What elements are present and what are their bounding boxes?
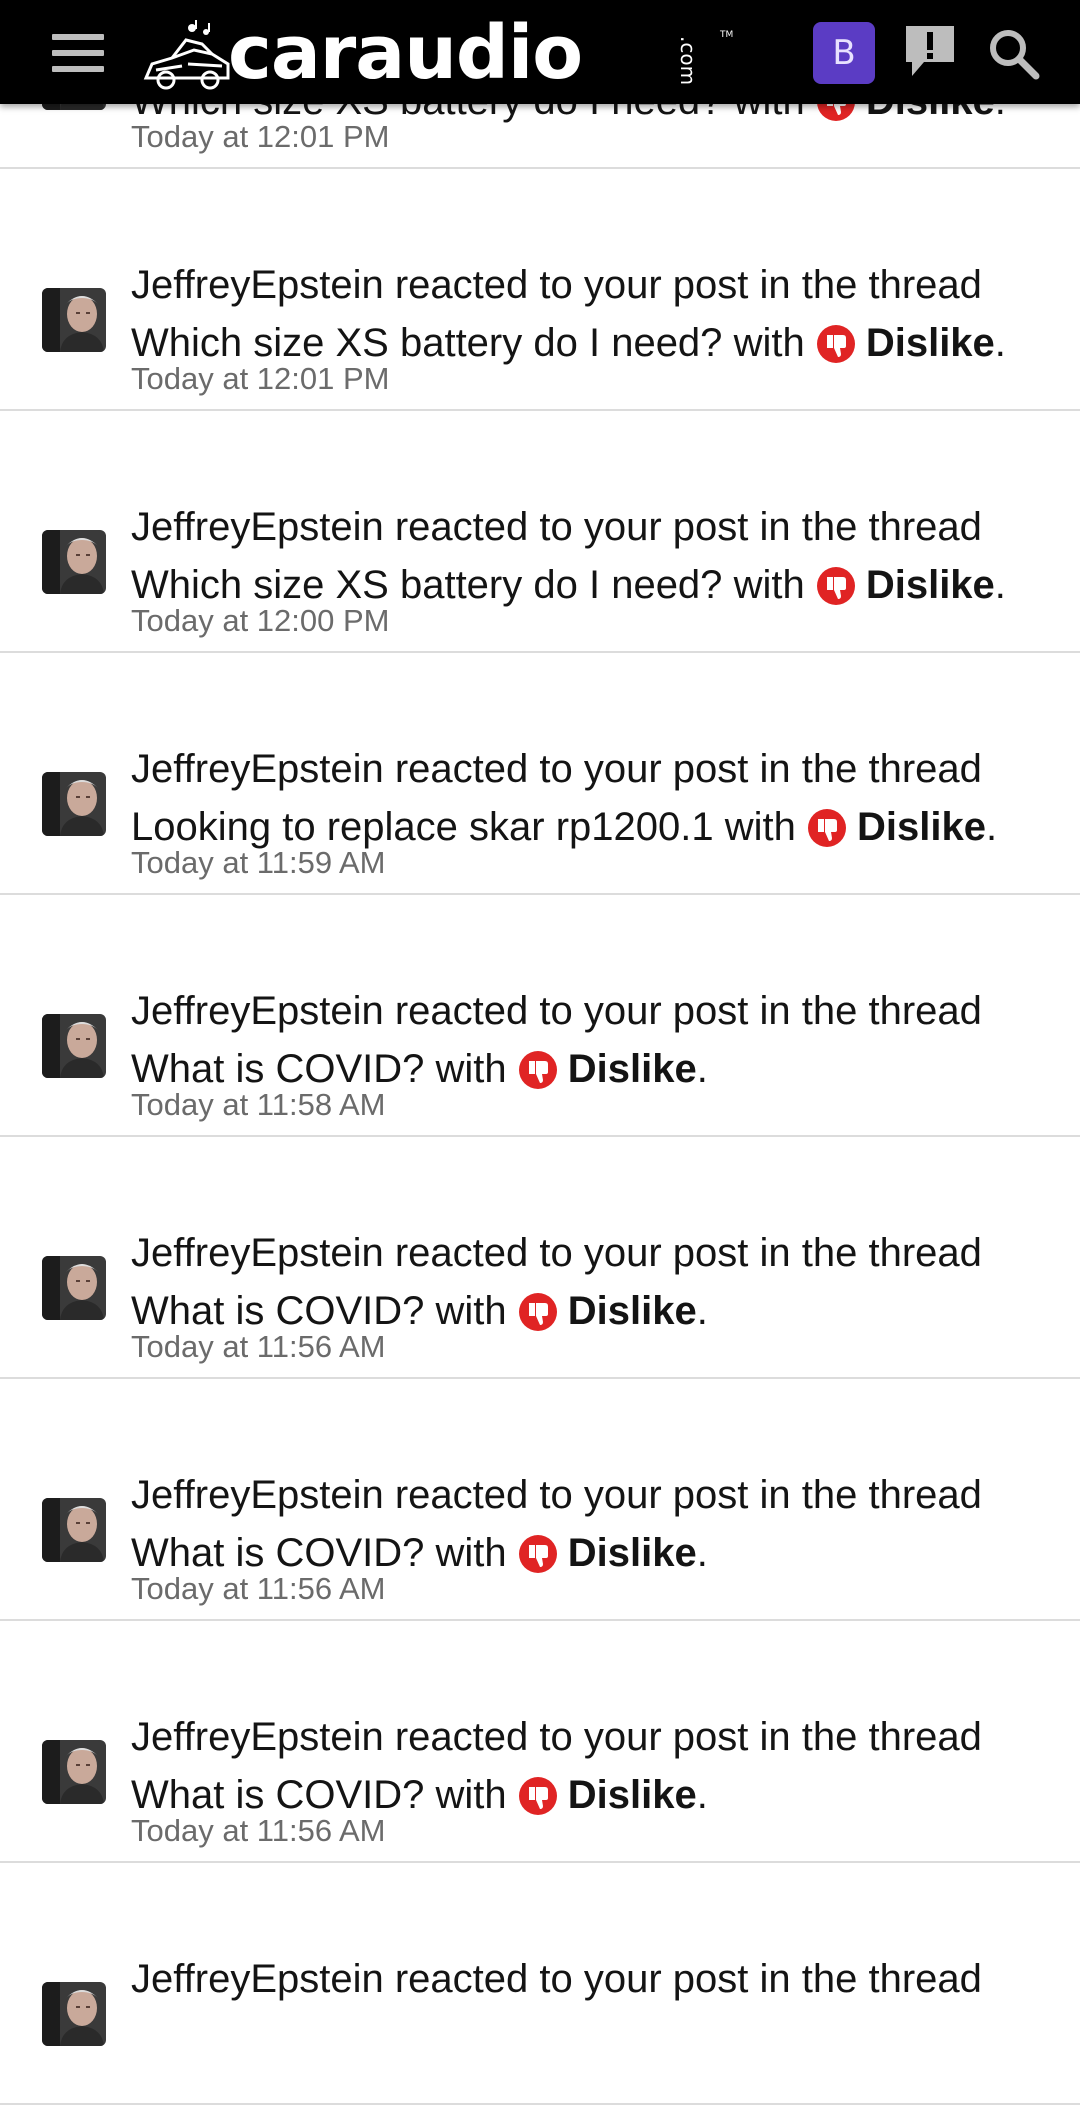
alert-message: JeffreyEpstein reacted to your post in t… <box>131 1473 982 1575</box>
alert-message: JeffreyEpstein reacted to your post in t… <box>131 989 982 1091</box>
alert-list-item[interactable]: JeffreyEpstein reacted to your post in t… <box>0 411 1080 653</box>
alert-list-item[interactable]: JeffreyEpstein reacted to your post in t… <box>0 895 1080 1137</box>
alert-username[interactable]: JeffreyEpstein <box>131 1473 384 1517</box>
alerts-page: caraudio TM .com B Today at 12:01 PM Jef… <box>0 0 1080 2119</box>
user-avatar[interactable] <box>42 1740 106 1804</box>
alert-list-item[interactable]: JeffreyEpstein reacted to your post in t… <box>0 653 1080 895</box>
alert-list-item[interactable]: JeffreyEpstein reacted to your post in t… <box>0 1379 1080 1621</box>
alert-with-text: with <box>435 1289 507 1333</box>
alert-with-text: with <box>733 563 805 607</box>
alert-with-text: with <box>435 1047 507 1091</box>
user-avatar[interactable] <box>42 288 106 352</box>
alert-timestamp: Today at 11:56 AM <box>131 1329 386 1364</box>
alert-with-text: with <box>435 1531 507 1575</box>
reaction-name: Dislike <box>567 1773 697 1817</box>
alert-action-text: reacted to your post in the thread <box>394 1231 982 1275</box>
reaction-name: Dislike <box>865 321 995 365</box>
user-avatar[interactable] <box>42 1982 106 2046</box>
reaction-name: Dislike <box>567 1531 697 1575</box>
alert-timestamp: Today at 12:01 PM <box>131 361 390 396</box>
alert-action-text: reacted to your post in the thread <box>394 747 982 791</box>
reaction-name: Dislike <box>567 1047 697 1091</box>
reaction-name: Dislike <box>857 805 986 849</box>
alert-with-text: with <box>733 321 805 365</box>
alert-list-item[interactable]: JeffreyEpstein reacted to your post in t… <box>0 1863 1080 2105</box>
alert-timestamp: Today at 12:00 PM <box>131 603 390 638</box>
alert-list-item[interactable]: JeffreyEpstein reacted to your post in t… <box>0 1137 1080 1379</box>
user-avatar[interactable] <box>42 1256 106 1320</box>
alert-message: JeffreyEpstein reacted to your post in t… <box>131 263 1006 365</box>
reaction-name: Dislike <box>567 1289 697 1333</box>
alert-message: JeffreyEpstein reacted to your post in t… <box>131 1231 982 1333</box>
alert-message: JeffreyEpstein reacted to your post in t… <box>131 747 998 849</box>
thumbs-down-icon <box>518 1777 557 1815</box>
thumbs-down-icon <box>816 567 855 605</box>
hamburger-menu-icon[interactable] <box>52 34 104 74</box>
car-logo-icon <box>143 20 230 90</box>
logo-trademark: TM <box>720 30 734 40</box>
alert-message: JeffreyEpstein reacted to your post in t… <box>131 1950 1061 2008</box>
alert-with-text: with <box>724 805 796 849</box>
alert-list-item[interactable]: JeffreyEpstein reacted to your post in t… <box>0 169 1080 411</box>
alert-action-text: reacted to your post in the thread <box>394 263 982 307</box>
alert-action-text: reacted to your post in the thread <box>394 989 982 1033</box>
alert-message: JeffreyEpstein reacted to your post in t… <box>131 505 1006 607</box>
alert-with-text: with <box>435 1773 507 1817</box>
alert-username[interactable]: JeffreyEpstein <box>131 263 384 307</box>
user-avatar[interactable] <box>42 530 106 594</box>
logo-wordmark: caraudio <box>228 10 583 96</box>
alert-bubble-icon[interactable] <box>902 22 958 82</box>
alert-timestamp: Today at 11:56 AM <box>131 1813 386 1848</box>
thumbs-down-icon <box>816 325 855 363</box>
thumbs-down-icon <box>518 1051 557 1089</box>
alert-action-text: reacted to your post in the thread <box>394 505 982 549</box>
alert-action-text: reacted to your post in the thread <box>394 1715 982 1759</box>
alert-timestamp: Today at 12:01 PM <box>131 119 390 154</box>
alert-username[interactable]: JeffreyEpstein <box>131 1715 384 1759</box>
alert-action-text: reacted to your post in the thread <box>394 1957 982 2001</box>
alert-timestamp: Today at 11:58 AM <box>131 1087 386 1122</box>
reaction-name: Dislike <box>865 563 995 607</box>
alert-username[interactable]: JeffreyEpstein <box>131 1957 384 2001</box>
top-navigation-bar: caraudio TM .com B <box>0 0 1080 104</box>
alert-action-text: reacted to your post in the thread <box>394 1473 982 1517</box>
thumbs-down-icon <box>518 1293 557 1331</box>
user-avatar[interactable] <box>42 1498 106 1562</box>
alert-list-item[interactable]: JeffreyEpstein reacted to your post in t… <box>0 1621 1080 1863</box>
alert-username[interactable]: JeffreyEpstein <box>131 505 384 549</box>
alert-timestamp: Today at 11:59 AM <box>131 845 386 880</box>
account-avatar-button[interactable]: B <box>813 22 875 84</box>
alert-username[interactable]: JeffreyEpstein <box>131 989 384 1033</box>
alert-message: JeffreyEpstein reacted to your post in t… <box>131 1715 982 1817</box>
thumbs-down-icon <box>518 1535 557 1573</box>
site-logo[interactable]: caraudio TM .com <box>142 8 733 98</box>
user-avatar[interactable] <box>42 772 106 836</box>
alert-timestamp: Today at 11:56 AM <box>131 1571 386 1606</box>
thumbs-down-icon <box>808 809 846 847</box>
alert-username[interactable]: JeffreyEpstein <box>131 747 384 791</box>
search-icon[interactable] <box>986 26 1042 82</box>
user-avatar[interactable] <box>42 1014 106 1078</box>
alert-username[interactable]: JeffreyEpstein <box>131 1231 384 1275</box>
